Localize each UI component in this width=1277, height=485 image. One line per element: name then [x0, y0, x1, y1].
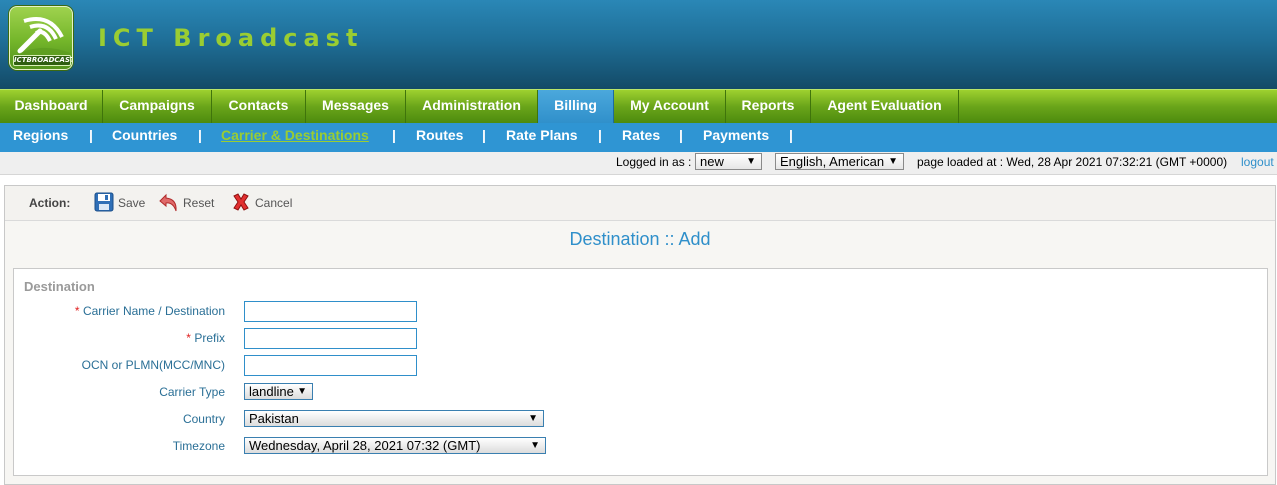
- app-header: ICTBROADCAST ICT Broadcast: [0, 0, 1277, 89]
- dropdown-arrow-icon: ▼: [888, 156, 898, 167]
- carrier-name-label-text: Carrier Name / Destination: [82, 304, 225, 318]
- tab-campaigns[interactable]: Campaigns: [103, 90, 212, 124]
- prefix-input[interactable]: [244, 328, 417, 349]
- prefix-label-text: Prefix: [194, 331, 225, 345]
- country-label: Country: [182, 412, 225, 426]
- timezone-value: Wednesday, April 28, 2021 07:32 (GMT): [249, 438, 481, 453]
- ocn-input[interactable]: [244, 355, 417, 376]
- subnav-separator: |: [789, 127, 793, 143]
- carrier-name-label: * Carrier Name / Destination: [75, 304, 225, 318]
- subnav-payments[interactable]: Payments: [703, 127, 769, 143]
- logo-text: ICTBROADCAST: [13, 55, 73, 66]
- timezone-select[interactable]: Wednesday, April 28, 2021 07:32 (GMT) ▼: [244, 437, 546, 454]
- subnav-carrier-destinations[interactable]: Carrier & Destinations: [221, 127, 369, 143]
- carrier-type-value: landline: [249, 384, 294, 399]
- tab-agent-evaluation[interactable]: Agent Evaluation: [811, 90, 959, 124]
- status-bar: Logged in as : new ▼ English, American ▼…: [0, 152, 1277, 175]
- dropdown-arrow-icon: ▼: [297, 386, 307, 397]
- subnav-separator: |: [89, 127, 93, 143]
- save-label: Save: [118, 196, 146, 210]
- subnav-separator: |: [598, 127, 602, 143]
- subnav-routes[interactable]: Routes: [416, 127, 463, 143]
- tab-reports[interactable]: Reports: [726, 90, 811, 124]
- user-select[interactable]: new ▼: [695, 153, 762, 170]
- save-button[interactable]: Save: [93, 191, 153, 215]
- carrier-type-label: Carrier Type: [159, 385, 225, 399]
- ocn-label: OCN or PLMN(MCC/MNC): [81, 358, 225, 372]
- tab-my-account[interactable]: My Account: [614, 90, 726, 124]
- tab-administration[interactable]: Administration: [406, 90, 538, 124]
- country-value: Pakistan: [249, 411, 299, 426]
- language-select[interactable]: English, American ▼: [775, 153, 904, 170]
- country-select[interactable]: Pakistan ▼: [244, 410, 544, 427]
- undo-arrow-icon: [159, 193, 177, 212]
- reset-label: Reset: [183, 196, 215, 210]
- save-icon: [94, 192, 114, 212]
- app-logo[interactable]: ICTBROADCAST: [9, 6, 73, 70]
- sub-nav: Regions | Countries | Carrier & Destinat…: [0, 123, 1277, 152]
- logout-link[interactable]: logout: [1241, 155, 1274, 169]
- destination-fieldset: Destination * Carrier Name / Destination…: [13, 268, 1268, 476]
- subnav-separator: |: [198, 127, 202, 143]
- subnav-separator: |: [392, 127, 396, 143]
- dropdown-arrow-icon: ▼: [530, 440, 540, 451]
- subnav-rates[interactable]: Rates: [622, 127, 660, 143]
- required-marker: *: [74, 304, 80, 318]
- carrier-type-select[interactable]: landline ▼: [244, 383, 313, 400]
- subnav-countries[interactable]: Countries: [112, 127, 177, 143]
- action-bar: Action: Save Reset Cancel: [5, 186, 1275, 221]
- page-loaded-text: page loaded at : Wed, 28 Apr 2021 07:32:…: [917, 155, 1228, 169]
- content-panel: Action: Save Reset Cancel Destination ::…: [4, 185, 1276, 485]
- carrier-name-input[interactable]: [244, 301, 417, 322]
- subnav-separator: |: [679, 127, 683, 143]
- timezone-label: Timezone: [172, 439, 225, 453]
- cancel-button[interactable]: Cancel: [230, 191, 300, 215]
- tab-dashboard[interactable]: Dashboard: [0, 90, 103, 124]
- prefix-label: * Prefix: [186, 331, 225, 345]
- required-marker: *: [186, 331, 191, 345]
- tab-billing[interactable]: Billing: [538, 90, 614, 124]
- main-nav: Dashboard Campaigns Contacts Messages Ad…: [0, 89, 1277, 124]
- tab-contacts[interactable]: Contacts: [212, 90, 306, 124]
- fieldset-legend: Destination: [24, 279, 95, 294]
- subnav-regions[interactable]: Regions: [13, 127, 68, 143]
- app-title: ICT Broadcast: [98, 24, 364, 52]
- subnav-rate-plans[interactable]: Rate Plans: [506, 127, 578, 143]
- reset-button[interactable]: Reset: [158, 191, 222, 215]
- dropdown-arrow-icon: ▼: [528, 413, 538, 424]
- logged-in-label: Logged in as :: [616, 155, 692, 169]
- cancel-x-icon: [233, 193, 249, 211]
- language-select-value: English, American: [780, 154, 885, 169]
- dropdown-arrow-icon: ▼: [746, 156, 756, 167]
- tab-messages[interactable]: Messages: [306, 90, 406, 124]
- cancel-label: Cancel: [255, 196, 293, 210]
- subnav-separator: |: [482, 127, 486, 143]
- action-label: Action:: [29, 196, 71, 210]
- user-select-value: new: [700, 154, 724, 169]
- form-title: Destination :: Add: [569, 229, 711, 249]
